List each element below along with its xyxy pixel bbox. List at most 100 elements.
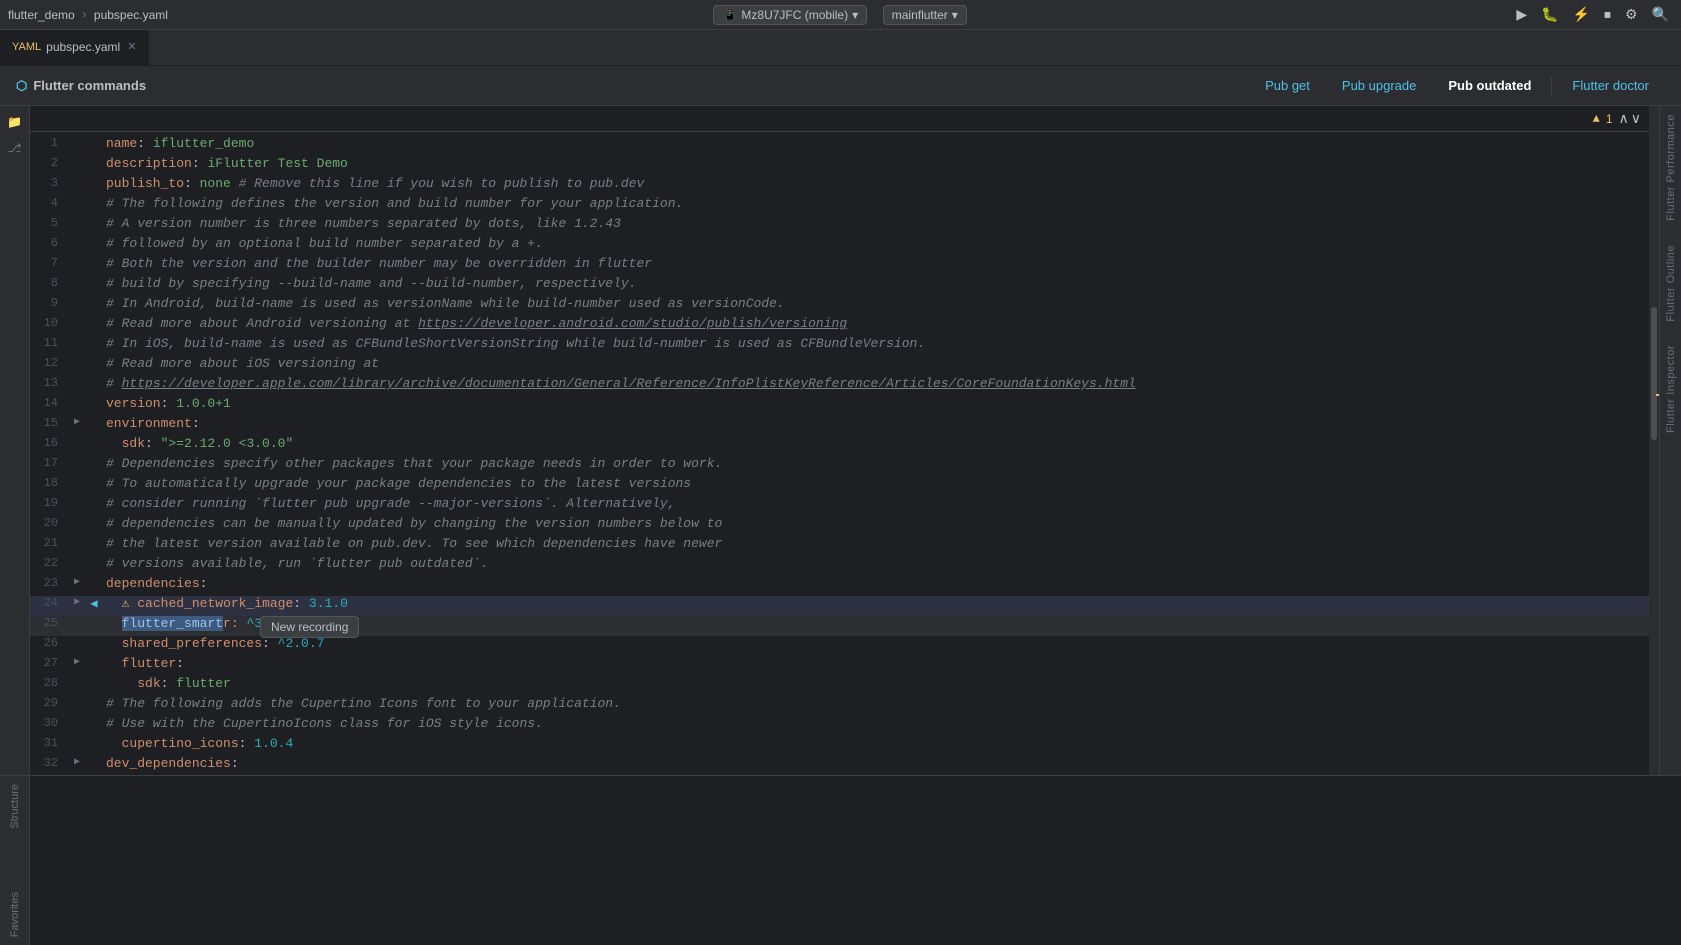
breadcrumb-area: flutter_demo › pubspec.yaml (8, 8, 168, 22)
table-row: 10 # Read more about Android versioning … (30, 316, 1649, 336)
line-number: 8 (30, 276, 70, 290)
tab-bar: YAML pubspec.yaml ✕ (0, 30, 1681, 66)
table-row: 30 # Use with the CupertinoIcons class f… (30, 716, 1649, 736)
pub-outdated-button[interactable]: Pub outdated (1432, 72, 1547, 99)
line-number: 23 (30, 576, 70, 590)
flutter-performance-tab[interactable]: Flutter Performance (1662, 106, 1680, 229)
fold-gutter: ▶ (70, 656, 84, 668)
fold-gutter: ▶ (70, 416, 84, 428)
table-row: 8 # build by specifying --build-name and… (30, 276, 1649, 296)
flutter-title-text: Flutter commands (33, 78, 146, 93)
mainflutter-selector[interactable]: mainflutter ▾ (883, 5, 967, 25)
top-bar-center: 📱 Mz8U7JFC (mobile) ▾ mainflutter ▾ (176, 5, 1504, 25)
fold-gutter: ▶ (70, 596, 84, 608)
table-row: 29 # The following adds the Cupertino Ic… (30, 696, 1649, 716)
line-content: ⚠ cached_network_image: 3.1.0 (104, 596, 1649, 611)
line-content: dependencies: (104, 576, 1649, 591)
table-row: 26 shared_preferences: ^2.0.7 (30, 636, 1649, 656)
tab-pubspec[interactable]: YAML pubspec.yaml ✕ (0, 30, 149, 65)
tab-close-icon[interactable]: ✕ (127, 40, 136, 53)
line-number: 16 (30, 436, 70, 450)
table-row: 15 ▶ environment: (30, 416, 1649, 436)
flutter-inspector-tab[interactable]: Flutter Inspector (1662, 337, 1680, 441)
table-row: 28 sdk: flutter (30, 676, 1649, 696)
line-number: 21 (30, 536, 70, 550)
line-content: description: iFlutter Test Demo (104, 156, 1649, 171)
line-content: # build by specifying --build-name and -… (104, 276, 1649, 291)
sidebar-git-icon[interactable]: ⎇ (3, 136, 27, 160)
favorites-tab[interactable]: Favorites (6, 884, 24, 945)
table-row: 5 # A version number is three numbers se… (30, 216, 1649, 236)
line-content: # Use with the CupertinoIcons class for … (104, 716, 1649, 731)
right-panel: Flutter Performance Flutter Outline Flut… (1659, 106, 1681, 775)
scrollbar-thumb[interactable] (1651, 307, 1657, 441)
line-content: shared_preferences: ^2.0.7 (104, 636, 1649, 651)
flutter-doctor-button[interactable]: Flutter doctor (1556, 72, 1665, 99)
table-row: 1 name: iflutter_demo (30, 136, 1649, 156)
line-number: 30 (30, 716, 70, 730)
left-sidebar: 📁 ⎇ (0, 106, 30, 775)
device-name: Mz8U7JFC (mobile) (741, 8, 848, 22)
next-error-button[interactable]: ∨ (1631, 110, 1641, 127)
flutter-commands-title: ⬡ Flutter commands (16, 78, 146, 94)
line-number: 1 (30, 136, 70, 150)
line-number: 7 (30, 256, 70, 270)
line-number: 26 (30, 636, 70, 650)
table-row: 25 flutter_smartr: ^3.0.0 New recording (30, 616, 1649, 636)
table-row: 19 # consider running `flutter pub upgra… (30, 496, 1649, 516)
line-content: # versions available, run `flutter pub o… (104, 556, 1649, 571)
line-number: 31 (30, 736, 70, 750)
line-content: cupertino_icons: 1.0.4 (104, 736, 1649, 751)
line-content: # followed by an optional build number s… (104, 236, 1649, 251)
line-number: 6 (30, 236, 70, 250)
bottom-panels: Structure Favorites (0, 775, 1681, 945)
line-number: 24 (30, 596, 70, 610)
structure-panel: Structure Favorites (0, 776, 30, 945)
flutter-icon: ⬡ (16, 78, 27, 94)
line-content: sdk: ">=2.12.0 <3.0.0" (104, 436, 1649, 451)
fold-gutter: ▶ (70, 756, 84, 768)
editor-area: ▲ 1 ∧ ∨ 1 name: iflutter_demo 2 descript… (30, 106, 1649, 775)
line-content: # Both the version and the builder numbe… (104, 256, 1649, 271)
prev-error-button[interactable]: ∧ (1619, 110, 1629, 127)
editor-scrollbar[interactable] (1649, 106, 1659, 775)
table-row: 12 # Read more about iOS versioning at (30, 356, 1649, 376)
stop-button[interactable]: ⏹ (1600, 4, 1615, 25)
line-number: 9 (30, 296, 70, 310)
search-button[interactable]: 🔍 (1648, 4, 1673, 25)
run-button[interactable]: ▶ (1512, 4, 1531, 25)
settings-button[interactable]: ⚙ (1621, 4, 1642, 25)
pub-get-button[interactable]: Pub get (1249, 72, 1326, 99)
tab-yaml-icon: YAML (12, 41, 41, 53)
flutter-commands-bar: ⬡ Flutter commands Pub get Pub upgrade P… (0, 66, 1681, 106)
structure-tab[interactable]: Structure (6, 776, 24, 837)
line-number: 28 (30, 676, 70, 690)
line-content: dev_dependencies: (104, 756, 1649, 771)
flutter-outline-tab[interactable]: Flutter Outline (1662, 237, 1680, 330)
line-content: # Read more about iOS versioning at (104, 356, 1649, 371)
table-row: 27 ▶ flutter: (30, 656, 1649, 676)
debug-button[interactable]: 🐛 (1537, 4, 1562, 25)
line-number: 10 (30, 316, 70, 330)
main-layout: 📁 ⎇ ▲ 1 ∧ ∨ 1 name: iflutter_demo (0, 106, 1681, 775)
table-row: 31 cupertino_icons: 1.0.4 (30, 736, 1649, 756)
line-number: 32 (30, 756, 70, 770)
line-number: 15 (30, 416, 70, 430)
code-editor[interactable]: 1 name: iflutter_demo 2 description: iFl… (30, 132, 1649, 775)
line-content: # To automatically upgrade your package … (104, 476, 1649, 491)
line-number: 3 (30, 176, 70, 190)
table-row: 18 # To automatically upgrade your packa… (30, 476, 1649, 496)
line-content: sdk: flutter (104, 676, 1649, 691)
line-number: 13 (30, 376, 70, 390)
line-number: 5 (30, 216, 70, 230)
line-content: environment: (104, 416, 1649, 431)
fold-gutter: ▶ (70, 576, 84, 588)
line-number: 17 (30, 456, 70, 470)
device-selector[interactable]: 📱 Mz8U7JFC (mobile) ▾ (713, 5, 867, 25)
line-content: # consider running `flutter pub upgrade … (104, 496, 1649, 511)
sidebar-project-icon[interactable]: 📁 (3, 110, 27, 134)
breadcrumb-project: flutter_demo (8, 8, 75, 22)
hot-reload-button[interactable]: ⚡ (1569, 4, 1594, 25)
pub-upgrade-button[interactable]: Pub upgrade (1326, 72, 1432, 99)
line-number: 19 (30, 496, 70, 510)
